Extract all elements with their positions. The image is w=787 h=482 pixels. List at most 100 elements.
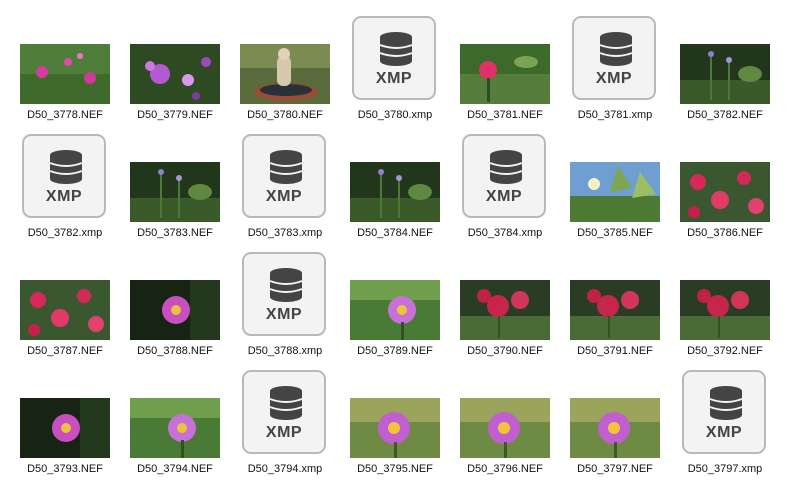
xmp-file-icon[interactable]: XMP [462,134,546,218]
file-name: D50_3786.NEF [687,227,763,239]
database-icon [267,266,305,304]
photo-thumbnail[interactable] [130,280,220,340]
file-tile[interactable]: D50_3790.NEF [448,246,556,360]
database-icon [597,30,635,68]
xmp-file-icon[interactable]: XMP [242,252,326,336]
file-tile[interactable]: XMP D50_3788.xmp [228,246,336,360]
file-tile[interactable]: XMP D50_3781.xmp [558,10,666,124]
file-tile[interactable]: D50_3787.NEF [8,246,116,360]
photo-thumbnail[interactable] [570,162,660,222]
file-tile[interactable]: XMP D50_3794.xmp [228,364,336,478]
file-tile[interactable]: D50_3788.NEF [118,246,226,360]
thumbnail-area[interactable]: XMP [668,364,776,462]
file-tile[interactable]: D50_3784.NEF [338,128,446,242]
photo-thumbnail[interactable] [680,162,770,222]
xmp-file-icon[interactable]: XMP [682,370,766,454]
xmp-file-icon[interactable]: XMP [22,134,106,218]
file-name: D50_3796.NEF [467,463,543,475]
xmp-label: XMP [45,188,83,205]
file-tile[interactable]: XMP D50_3783.xmp [228,128,336,242]
file-tile[interactable]: XMP D50_3782.xmp [8,128,116,242]
thumbnail-area[interactable]: XMP [338,10,446,108]
file-tile[interactable]: D50_3793.NEF [8,364,116,478]
file-tile[interactable]: D50_3791.NEF [558,246,666,360]
file-tile[interactable]: XMP D50_3780.xmp [338,10,446,124]
file-tile[interactable]: D50_3795.NEF [338,364,446,478]
file-tile[interactable]: D50_3794.NEF [118,364,226,478]
database-icon [267,148,305,186]
photo-thumbnail[interactable] [130,398,220,458]
file-name: D50_3787.NEF [27,345,103,357]
photo-thumbnail[interactable] [20,398,110,458]
photo-thumbnail[interactable] [130,44,220,104]
thumbnail-area[interactable]: XMP [228,246,336,344]
photo-thumbnail[interactable] [460,44,550,104]
file-tile[interactable]: D50_3797.NEF [558,364,666,478]
file-tile[interactable]: D50_3783.NEF [118,128,226,242]
thumbnail-area[interactable] [8,364,116,462]
photo-thumbnail[interactable] [240,44,330,104]
photo-thumbnail[interactable] [460,398,550,458]
thumbnail-area[interactable] [118,364,226,462]
file-name: D50_3791.NEF [577,345,653,357]
thumbnail-area[interactable] [448,246,556,344]
thumbnail-area[interactable] [118,128,226,226]
xmp-file-icon[interactable]: XMP [242,134,326,218]
xmp-file-icon[interactable]: XMP [352,16,436,100]
file-tile[interactable]: D50_3786.NEF [668,128,776,242]
file-tile[interactable]: D50_3782.NEF [668,10,776,124]
photo-thumbnail[interactable] [350,398,440,458]
thumbnail-area[interactable] [558,246,666,344]
photo-thumbnail[interactable] [460,280,550,340]
thumbnail-area[interactable] [8,246,116,344]
file-name: D50_3794.xmp [247,463,323,475]
file-tile[interactable]: D50_3778.NEF [8,10,116,124]
thumbnail-area[interactable] [338,128,446,226]
file-tile[interactable]: XMP D50_3797.xmp [668,364,776,478]
photo-thumbnail[interactable] [130,162,220,222]
file-tile[interactable]: D50_3780.NEF [228,10,336,124]
thumbnail-area[interactable] [668,246,776,344]
thumbnail-area[interactable] [668,128,776,226]
photo-thumbnail[interactable] [350,162,440,222]
photo-thumbnail[interactable] [20,44,110,104]
file-name: D50_3788.NEF [137,345,213,357]
thumbnail-area[interactable] [118,10,226,108]
thumbnail-area[interactable] [338,246,446,344]
thumbnail-area[interactable] [448,10,556,108]
photo-thumbnail[interactable] [570,280,660,340]
file-tile[interactable]: D50_3796.NEF [448,364,556,478]
file-tile[interactable]: D50_3781.NEF [448,10,556,124]
photo-thumbnail[interactable] [680,44,770,104]
thumbnail-area[interactable] [448,364,556,462]
file-tile[interactable]: XMP D50_3784.xmp [448,128,556,242]
thumbnail-area[interactable]: XMP [8,128,116,226]
file-name: D50_3778.NEF [27,109,103,121]
file-tile[interactable]: D50_3785.NEF [558,128,666,242]
photo-thumbnail[interactable] [20,280,110,340]
photo-thumbnail[interactable] [680,280,770,340]
file-name: D50_3785.NEF [577,227,653,239]
thumbnail-area[interactable]: XMP [448,128,556,226]
xmp-file-icon[interactable]: XMP [242,370,326,454]
database-icon [267,384,305,422]
xmp-file-icon[interactable]: XMP [572,16,656,100]
file-tile[interactable]: D50_3789.NEF [338,246,446,360]
file-tile[interactable]: D50_3779.NEF [118,10,226,124]
thumbnail-area[interactable] [118,246,226,344]
file-tile[interactable]: D50_3792.NEF [668,246,776,360]
photo-thumbnail[interactable] [570,398,660,458]
thumbnail-area[interactable]: XMP [558,10,666,108]
thumbnail-area[interactable] [558,128,666,226]
file-name: D50_3784.NEF [357,227,433,239]
thumbnail-area[interactable]: XMP [228,128,336,226]
photo-thumbnail[interactable] [350,280,440,340]
thumbnail-area[interactable] [558,364,666,462]
database-icon [707,384,745,422]
thumbnail-area[interactable] [668,10,776,108]
thumbnail-area[interactable] [228,10,336,108]
thumbnail-area[interactable] [8,10,116,108]
thumbnail-area[interactable]: XMP [228,364,336,462]
thumbnail-area[interactable] [338,364,446,462]
file-name: D50_3793.NEF [27,463,103,475]
